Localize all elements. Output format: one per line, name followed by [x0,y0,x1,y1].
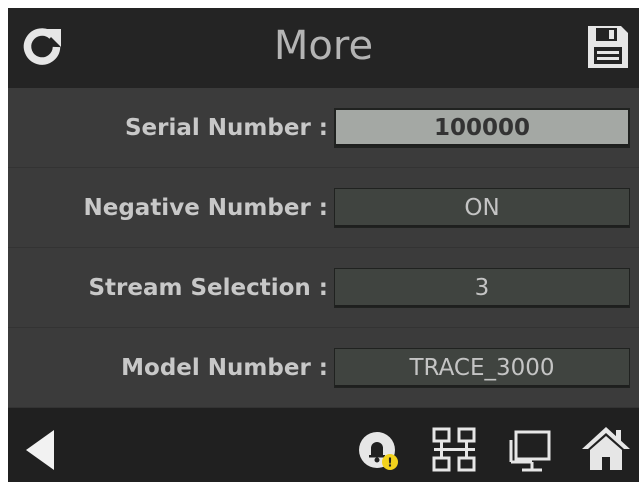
serial-number-field[interactable]: 100000 [334,108,630,148]
more-screen: More Serial Number : 100000 Negative Num… [8,8,639,482]
settings-list: Serial Number : 100000 Negative Number :… [8,88,639,408]
network-icon[interactable] [431,426,479,474]
header-bar: More [8,8,639,88]
alarm-badge: ! [387,456,392,470]
stream-selection-row: Stream Selection : 3 [8,248,639,328]
stream-selection-label: Stream Selection : [88,275,328,301]
alarm-bell-icon[interactable]: ! [357,428,403,474]
save-icon[interactable] [585,22,631,72]
model-number-field[interactable]: TRACE_3000 [334,348,630,388]
home-icon[interactable] [581,424,631,472]
serial-number-row: Serial Number : 100000 [8,88,639,168]
model-number-row: Model Number : TRACE_3000 [8,328,639,408]
page-title: More [273,23,374,69]
negative-number-field[interactable]: ON [334,188,630,228]
negative-number-label: Negative Number : [83,195,328,221]
model-number-label: Model Number : [121,355,328,381]
serial-number-label: Serial Number : [124,115,328,141]
back-arrow-icon[interactable] [24,428,56,472]
stream-selection-field[interactable]: 3 [334,268,630,308]
negative-number-row: Negative Number : ON [8,168,639,248]
footer-bar: ! [8,408,639,482]
display-icon[interactable] [508,428,552,474]
